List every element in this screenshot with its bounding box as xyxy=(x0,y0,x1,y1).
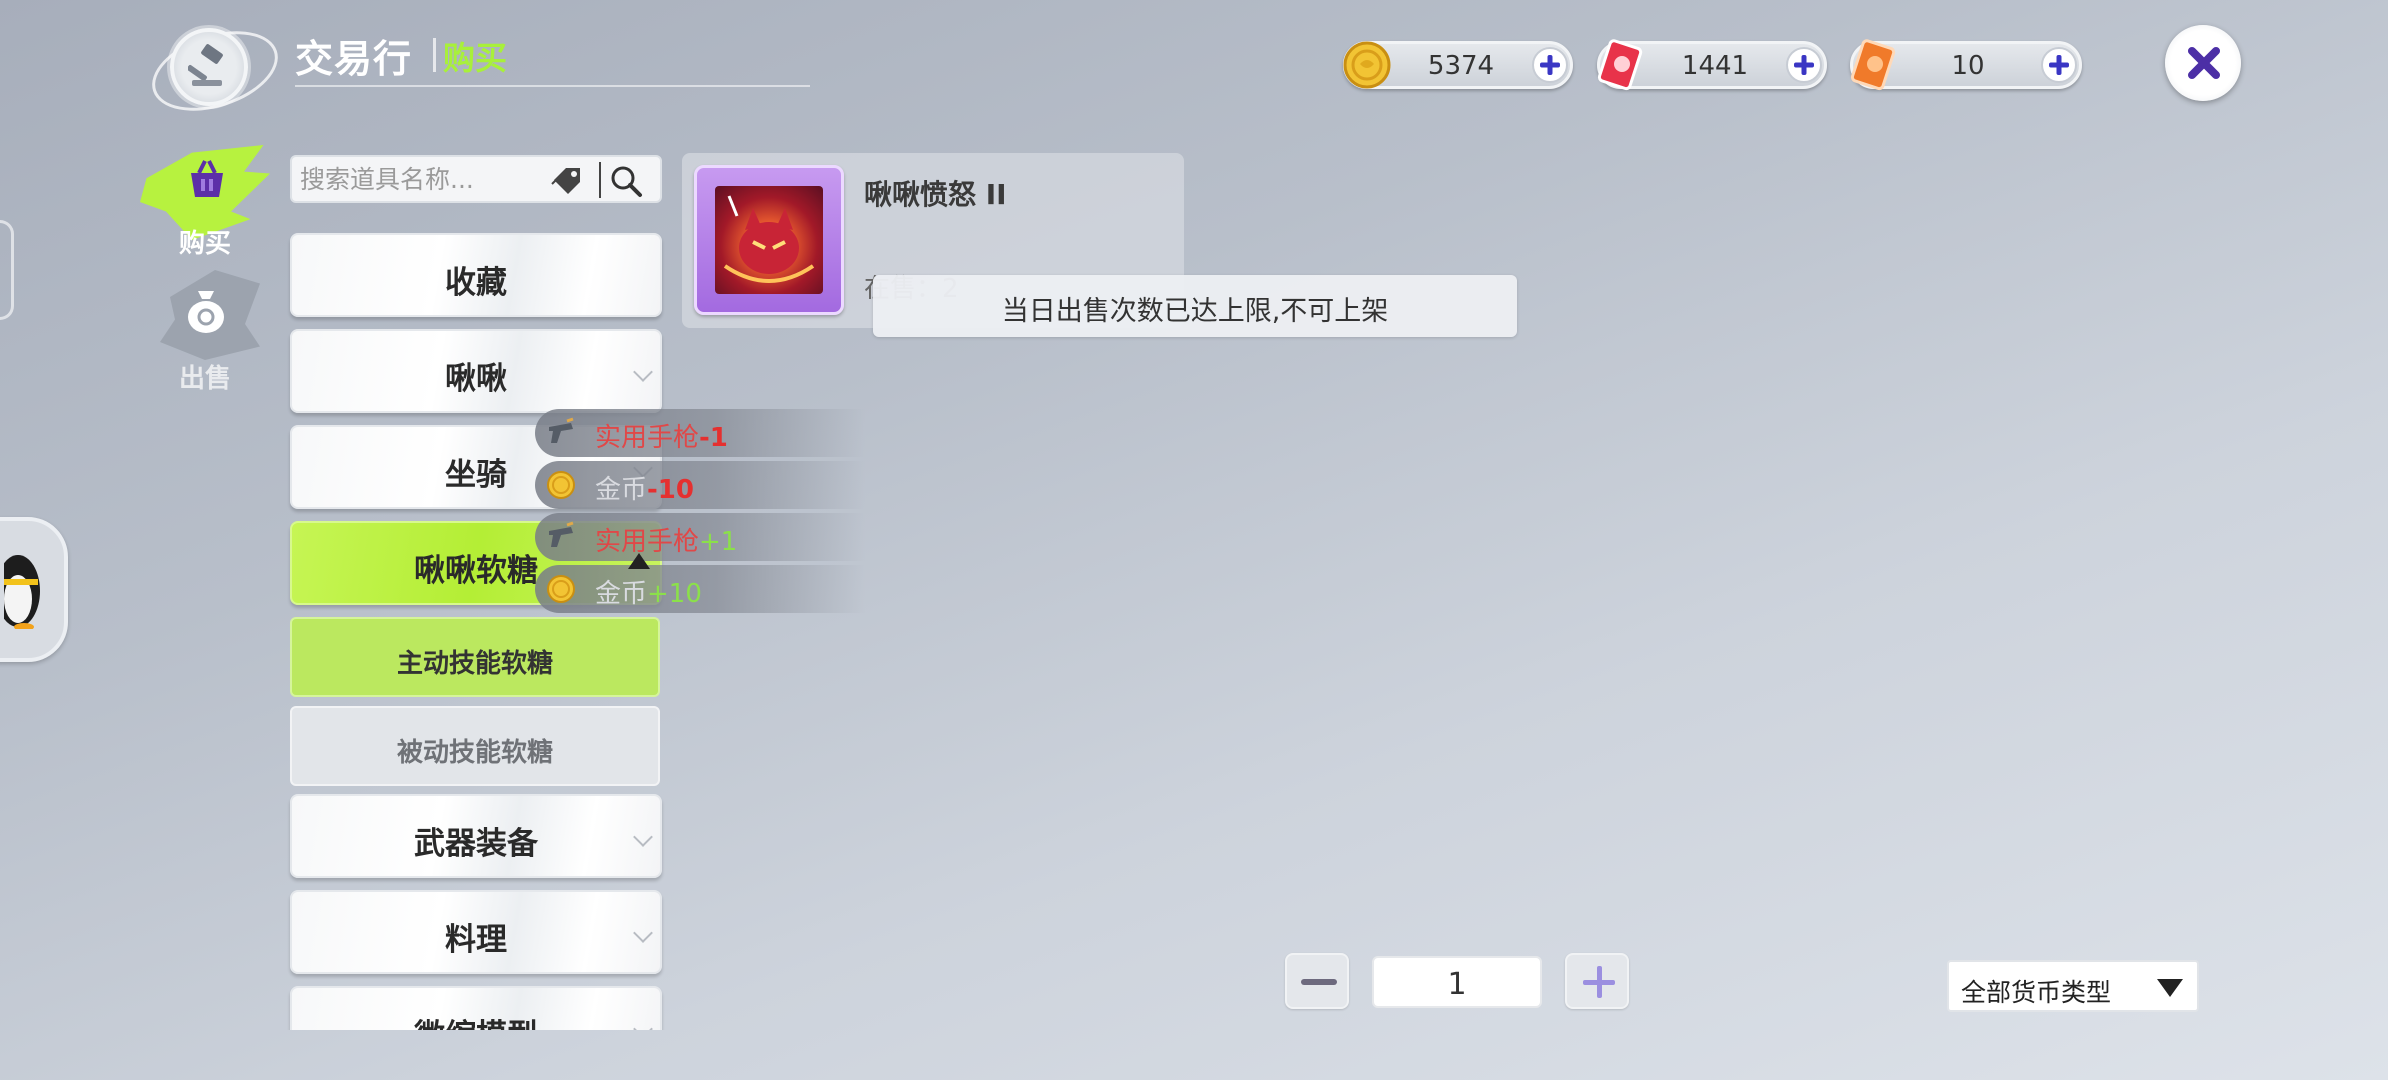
dropdown-triangle-icon xyxy=(2157,979,2183,997)
add-red-ticket-button[interactable] xyxy=(1786,47,1822,83)
collapse-arrow-icon[interactable] xyxy=(628,553,650,569)
subcategory-passive-skill-candy[interactable]: 被动技能软糖 xyxy=(290,706,660,786)
item-name: 啾啾愤怒 II xyxy=(864,178,1007,211)
log-item-delta: -10 xyxy=(647,475,694,505)
quantity-value: 1 xyxy=(1447,967,1467,1002)
search-input[interactable] xyxy=(300,161,555,197)
search-icon[interactable] xyxy=(609,164,643,198)
category-favorites-label: 收藏 xyxy=(445,265,507,301)
log-item-delta: +10 xyxy=(647,579,702,609)
category-qiuqiu-label: 啾啾 xyxy=(445,361,507,397)
gavel-icon xyxy=(170,28,248,106)
decrease-quantity-button[interactable] xyxy=(1285,953,1349,1009)
basket-icon xyxy=(191,160,223,197)
category-qiuqiu[interactable]: 啾啾 xyxy=(290,329,662,413)
toast-message: 当日出售次数已达上限,不可上架 xyxy=(873,275,1517,337)
category-weapons[interactable]: 武器装备 xyxy=(290,794,662,878)
log-item-delta: -1 xyxy=(699,423,728,453)
title-separator xyxy=(433,38,436,72)
log-entry: 金币-10 xyxy=(535,461,865,509)
item-icon xyxy=(694,165,844,315)
category-mini-model-label: 微缩模型 xyxy=(292,1010,660,1030)
log-item-name: 实用手枪 xyxy=(595,423,700,453)
search-separator xyxy=(599,162,601,198)
log-item-name: 金币 xyxy=(595,475,648,505)
nav-buy-label: 购买 xyxy=(178,229,231,259)
log-entry: 实用手枪-1 xyxy=(535,409,865,457)
currency-gold-value: 5374 xyxy=(1427,51,1495,81)
red-ticket-icon xyxy=(1597,39,1643,91)
log-item-delta: +1 xyxy=(699,527,738,557)
page-title: 交易行 xyxy=(295,37,413,81)
angry-creature-icon xyxy=(723,195,815,283)
gold-coin-icon xyxy=(547,471,575,499)
category-weapons-label: 武器装备 xyxy=(414,826,538,862)
qq-share-button[interactable] xyxy=(0,517,68,662)
currency-gold: 5374 xyxy=(1343,41,1573,89)
gold-coin-icon xyxy=(547,575,575,603)
side-edge-handle[interactable] xyxy=(0,220,14,320)
title-underline xyxy=(295,85,810,87)
category-favorites[interactable]: 收藏 xyxy=(290,233,662,317)
subcategory-active-skill-label: 主动技能软糖 xyxy=(396,649,553,679)
category-mini-model[interactable]: 微缩模型 xyxy=(290,986,662,1030)
currency-type-select[interactable]: 全部货币类型 xyxy=(1947,960,2199,1012)
subcategory-active-skill-candy[interactable]: 主动技能软糖 xyxy=(290,617,660,697)
orange-ticket-icon xyxy=(1850,39,1896,91)
pistol-icon xyxy=(549,417,574,443)
tag-icon[interactable] xyxy=(550,166,584,196)
quantity-input[interactable]: 1 xyxy=(1372,956,1542,1008)
add-gold-button[interactable] xyxy=(1532,47,1568,83)
currency-type-selected: 全部货币类型 xyxy=(1961,978,2112,1007)
category-cooking[interactable]: 料理 xyxy=(290,890,662,974)
currency-red-ticket-value: 1441 xyxy=(1681,51,1749,81)
category-list-clip: 微缩模型 xyxy=(280,970,680,1030)
money-bag-icon xyxy=(188,291,224,333)
nav-sell[interactable]: 出售 xyxy=(140,265,270,395)
gold-coin-icon xyxy=(1343,41,1391,89)
nav-sell-label: 出售 xyxy=(178,364,231,394)
currency-orange-ticket-value: 10 xyxy=(1951,51,1985,81)
category-cooking-label: 料理 xyxy=(445,922,507,958)
currency-red-ticket: 1441 xyxy=(1597,39,1827,91)
subcategory-passive-skill-label: 被动技能软糖 xyxy=(396,738,553,768)
toast-text: 当日出售次数已达上限,不可上架 xyxy=(1001,296,1389,327)
add-orange-ticket-button[interactable] xyxy=(2041,47,2077,83)
close-button[interactable] xyxy=(2165,25,2241,101)
pistol-icon xyxy=(549,521,574,547)
search-bar xyxy=(290,155,662,203)
page-subtitle: 购买 xyxy=(443,39,508,77)
log-entry: 实用手枪+1 xyxy=(535,513,865,561)
log-entry: 金币+10 xyxy=(535,565,865,613)
currency-orange-ticket: 10 xyxy=(1850,39,2082,91)
penguin-icon xyxy=(4,555,40,629)
nav-buy[interactable]: 购买 xyxy=(140,135,270,260)
increase-quantity-button[interactable] xyxy=(1565,953,1629,1009)
log-item-name: 金币 xyxy=(595,579,648,609)
